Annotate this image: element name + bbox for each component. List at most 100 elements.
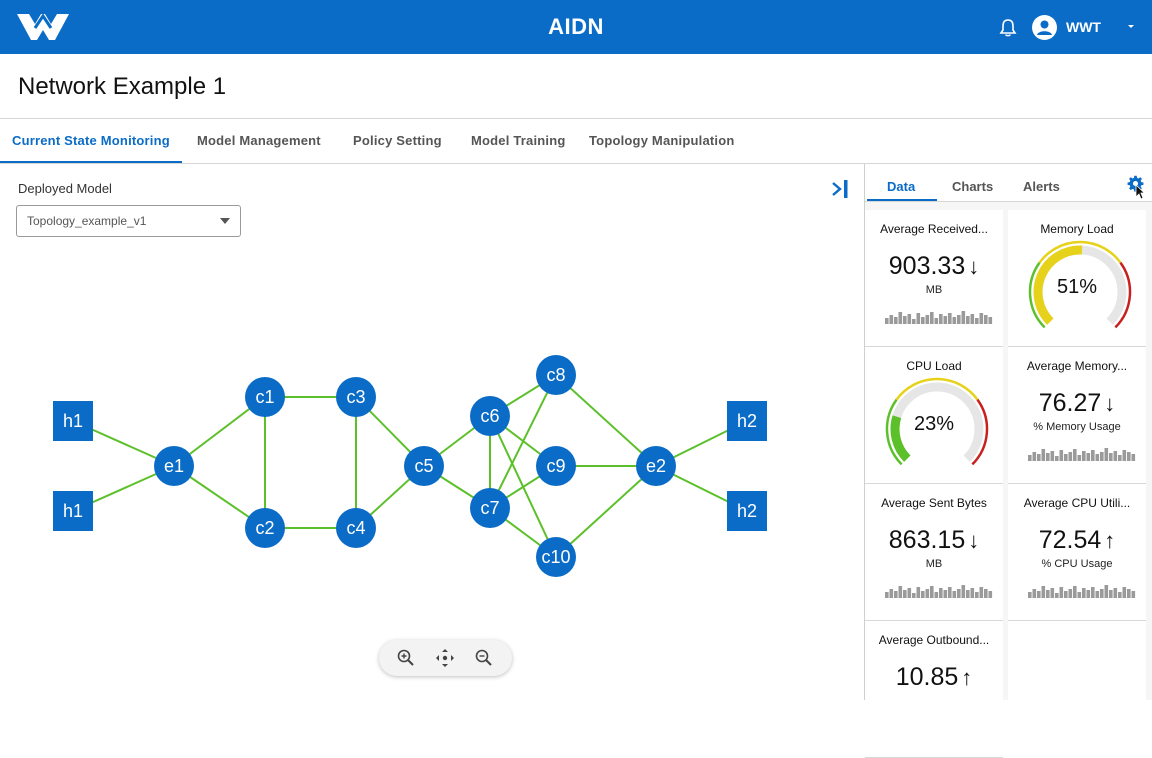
sparkline-bar [1055,593,1059,598]
deployed-model-value: Topology_example_v1 [27,214,147,228]
sparkline-bar [1100,589,1104,598]
metric-value-row: 863.15 ↓ [865,526,1003,555]
tab-model-training[interactable]: Model Training [471,133,566,148]
topology-node-c10[interactable]: c10 [536,537,576,577]
topology-graph[interactable]: h1 h1 e1 c1 c2 c3 c4 c5 c6 c7 c8 c9 c10 e2 h2 h2 [0,240,860,630]
topology-node-h1a[interactable]: h1 [53,401,93,441]
sparkline-bar [1095,591,1100,598]
sparkline-bar [898,586,903,598]
avatar[interactable] [1032,15,1057,40]
active-panel-tab-indicator [867,199,937,201]
gauge-fill [890,415,911,462]
gauge [1028,240,1132,329]
sparkline-bar [1113,588,1118,598]
tab-alerts[interactable]: Alerts [1023,179,1060,194]
topology-node-e2[interactable]: e2 [636,446,676,486]
sparkline-bar [1086,590,1091,598]
metric-card[interactable]: Memory Load 51% [1008,210,1146,347]
sparkline-bar [1032,452,1037,461]
sparkline-bar [925,589,930,598]
gauge-fill [1033,245,1083,325]
collapse-panel-icon[interactable] [830,179,850,199]
zoom-in-icon[interactable] [396,648,416,668]
tab-policy-setting[interactable]: Policy Setting [353,133,442,148]
metric-value: 903.33 [888,252,966,280]
sparkline-bar [1050,588,1055,598]
sparkline-bar [903,590,907,598]
metric-title: Memory Load [1040,222,1114,236]
mouse-cursor-icon [1135,184,1145,200]
metric-card[interactable]: Average CPU Utili... 72.54 ↑ % CPU Usage [1008,484,1146,621]
user-name[interactable]: WWT [1066,19,1101,35]
topology-node-c2[interactable]: c2 [245,508,285,548]
sparkline-bar [1082,588,1086,598]
sparkline-bar [1118,592,1122,598]
sparkline-bar [1131,454,1136,461]
chevron-down-icon[interactable] [1126,23,1136,31]
metric-title: CPU Load [906,359,962,373]
sparkline-bar [907,314,912,324]
topology-node-h2b[interactable]: h2 [727,491,767,531]
sparkline-bar [912,593,916,598]
tab-model-management[interactable]: Model Management [197,133,321,148]
tab-charts[interactable]: Charts [952,179,993,194]
dropdown-caret-icon [220,218,230,224]
pan-icon[interactable] [435,648,455,668]
sparkline-bar [1122,450,1127,461]
sparkline-bar [952,317,957,324]
topology-node-c6[interactable]: c6 [470,396,510,436]
sparkline-bar [1028,455,1032,461]
arrow-up-icon: ↑ [1104,528,1116,553]
topology-node-c9[interactable]: c9 [536,446,576,486]
tab-data[interactable]: Data [887,179,915,194]
sparkline-bar [966,316,970,324]
metric-card[interactable]: Average Memory... 76.27 ↓ % Memory Usage [1008,347,1146,484]
metric-card[interactable]: Average Sent Bytes 863.15 ↓ MB [865,484,1003,621]
topology-node-c4[interactable]: c4 [336,508,376,548]
topology-node-label: h2 [737,411,757,431]
metric-card[interactable]: Average Received... 903.33 ↓ MB [865,210,1003,347]
sparkline-bar [1131,591,1136,598]
gauge [885,377,989,466]
topology-node-c7[interactable]: c7 [470,488,510,528]
tab-current-state-monitoring[interactable]: Current State Monitoring [12,133,170,148]
metrics-panel: Data Charts Alerts Average Received... 90… [864,164,1152,758]
sparkline-bar [934,592,939,598]
metric-value: 863.15 [888,526,966,554]
sparkline-bar [957,589,961,598]
topology-node-h1b[interactable]: h1 [53,491,93,531]
topology-link-c8-e2[interactable] [555,374,657,467]
sparkline-bar [1127,589,1131,598]
topology-link-c10-e2[interactable] [555,465,657,558]
sparkline-bar [1068,452,1073,461]
metric-card[interactable]: Average Outbound... 10.85 ↑ [865,621,1003,758]
sparkline-bar [948,313,952,324]
sparkline-bar [952,591,957,598]
topology-node-e1[interactable]: e1 [154,446,194,486]
topology-node-c1[interactable]: c1 [245,377,285,417]
metric-value: 10.85 [895,663,959,691]
sparkline-bar [1073,449,1077,461]
metric-value-row: 72.54 ↑ [1008,526,1146,555]
tab-topology-manipulation[interactable]: Topology Manipulation [589,133,735,148]
metric-title: Average Outbound... [878,633,990,647]
topology-node-c5[interactable]: c5 [404,446,444,486]
metrics-column-right: Memory Load 51% Average Memory... 76.27 ↓ % M… [1008,210,1146,700]
logo-icon[interactable] [15,12,71,42]
sparkline-bar [889,315,894,324]
topology-node-c3[interactable]: c3 [336,377,376,417]
sparkline-bar [984,589,988,598]
sparkline-bar [1064,591,1068,598]
sparkline-bar [903,316,907,324]
topology-node-c8[interactable]: c8 [536,355,576,395]
deployed-model-label: Deployed Model [18,181,112,196]
sparkline-bar [1050,451,1055,461]
topology-node-h2a[interactable]: h2 [727,401,767,441]
deployed-model-select[interactable]: Topology_example_v1 [16,205,241,237]
top-bar: AIDN WWT [0,0,1152,54]
bell-icon[interactable] [998,18,1018,38]
zoom-out-icon[interactable] [474,648,494,668]
sparkline-bar [930,312,934,324]
metric-card[interactable]: CPU Load 23% [865,347,1003,484]
sparkline-bar [1118,455,1122,461]
